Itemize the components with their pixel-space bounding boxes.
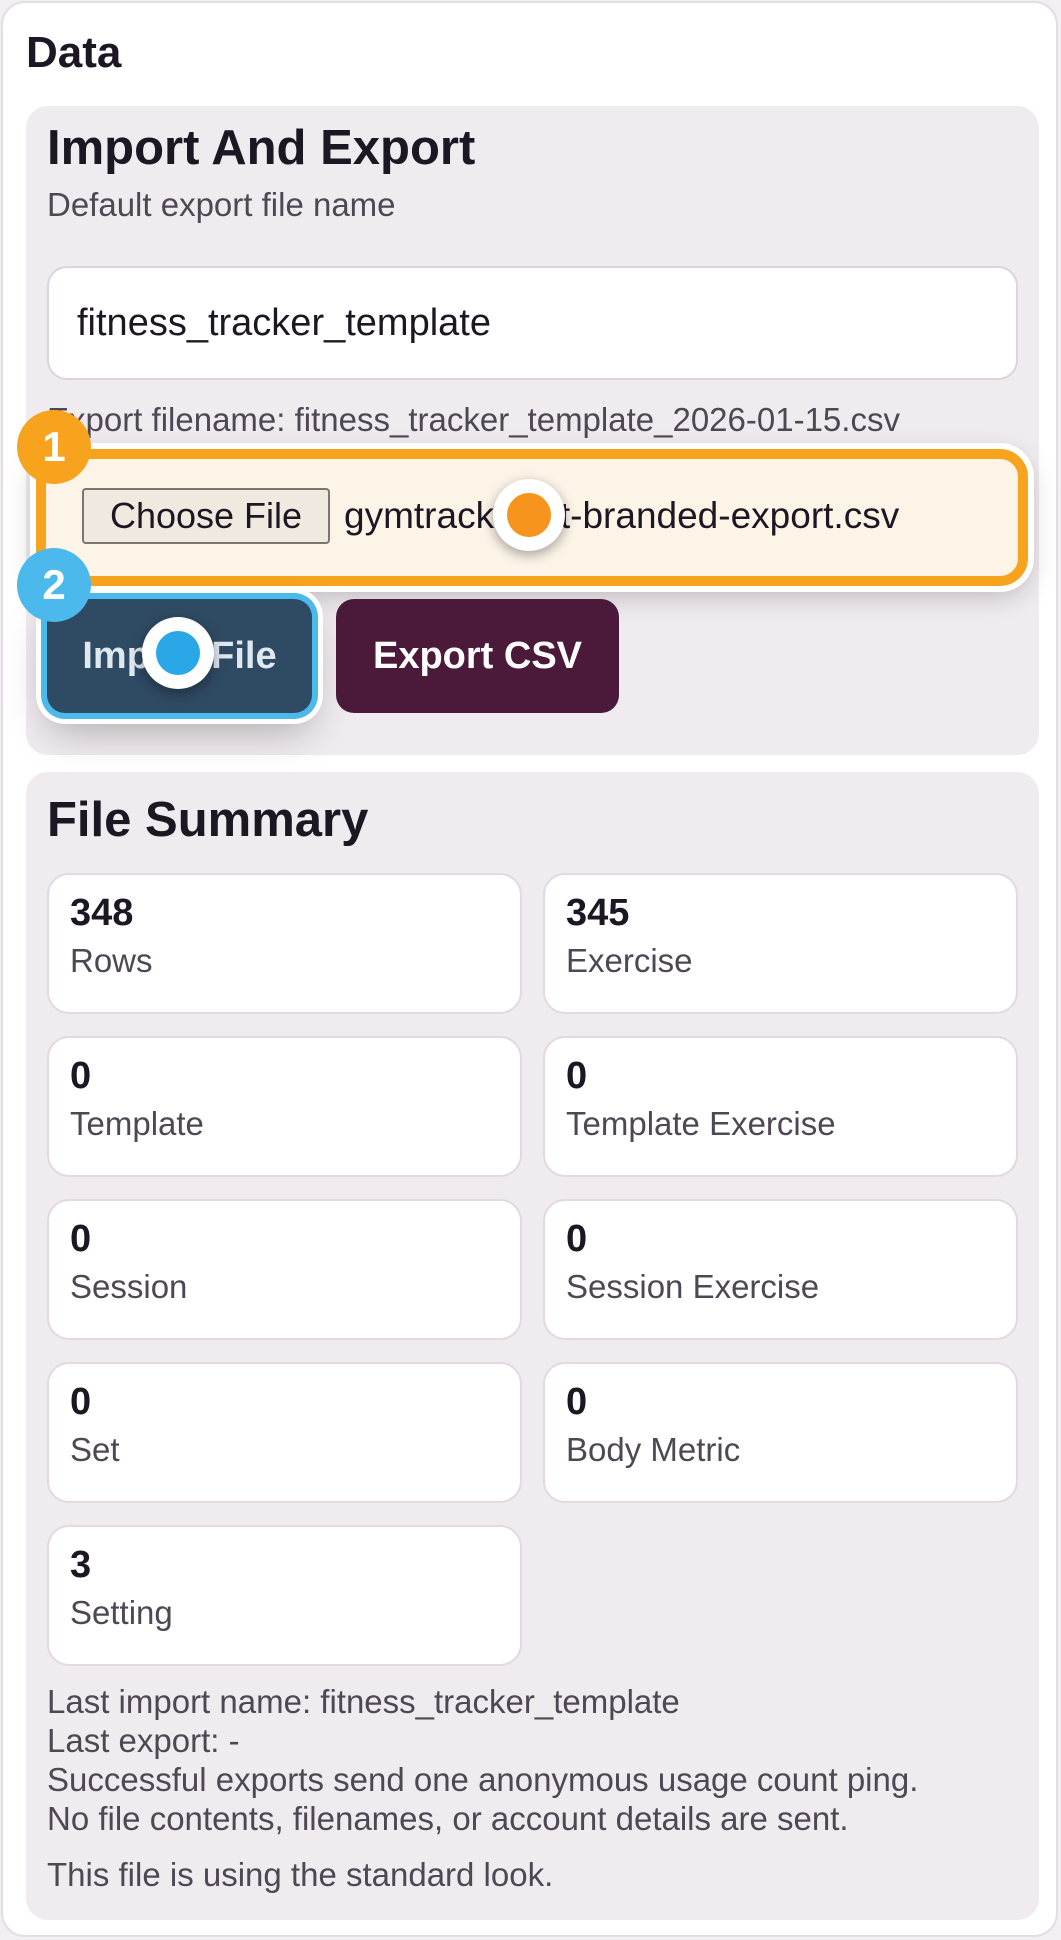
stat-label: Template bbox=[70, 1105, 204, 1142]
stat-value: 0 bbox=[70, 1055, 92, 1097]
marker-1-dot bbox=[507, 493, 551, 537]
usage-ping-note: Successful exports send one anonymous us… bbox=[47, 1761, 919, 1798]
stat-label: Session Exercise bbox=[566, 1268, 820, 1305]
privacy-note: No file contents, filenames, or account … bbox=[47, 1800, 849, 1837]
stat-label: Session bbox=[70, 1268, 188, 1305]
stat-label: Setting bbox=[70, 1594, 173, 1631]
stat-card-session: 0 Session bbox=[47, 1199, 522, 1340]
stat-label: Exercise bbox=[566, 942, 693, 979]
stat-label: Rows bbox=[70, 942, 153, 979]
stat-card-session-exercise: 0 Session Exercise bbox=[543, 1199, 1018, 1340]
stat-value: 0 bbox=[566, 1218, 588, 1260]
marker-2-dot bbox=[156, 631, 200, 675]
stat-card-rows: 348 Rows bbox=[47, 873, 522, 1014]
last-import-note: Last import name: fitness_tracker_templa… bbox=[47, 1683, 680, 1720]
summary-notes: Last import name: fitness_tracker_templa… bbox=[47, 1682, 918, 1838]
selected-file-name: gymtracker-pt-branded-export.csv bbox=[344, 495, 900, 536]
stat-card-template: 0 Template bbox=[47, 1036, 522, 1177]
default-name-label: Default export file name bbox=[47, 186, 396, 223]
export-filename-text: Export filename: fitness_tracker_templat… bbox=[47, 401, 900, 438]
stat-value: 348 bbox=[70, 892, 134, 934]
look-note: This file is using the standard look. bbox=[47, 1856, 554, 1893]
stat-card-template-exercise: 0 Template Exercise bbox=[543, 1036, 1018, 1177]
stat-card-body-metric: 0 Body Metric bbox=[543, 1362, 1018, 1503]
stat-value: 0 bbox=[70, 1381, 92, 1423]
stat-card-set: 0 Set bbox=[47, 1362, 522, 1503]
import-export-heading: Import And Export bbox=[47, 121, 476, 175]
stat-value: 0 bbox=[566, 1381, 588, 1423]
export-csv-button[interactable]: Export CSV bbox=[336, 599, 619, 713]
data-panel: Data Import And Export Default export fi… bbox=[1, 1, 1058, 1937]
stat-value: 345 bbox=[566, 892, 630, 934]
step-badge-1: 1 bbox=[17, 410, 91, 484]
file-summary-card: File Summary 348 Rows 345 Exercise 0 Tem… bbox=[26, 772, 1039, 1920]
last-export-note: Last export: - bbox=[47, 1722, 240, 1759]
stat-label: Body Metric bbox=[566, 1431, 741, 1468]
stat-card-setting: 3 Setting bbox=[47, 1525, 522, 1666]
step-badge-2: 2 bbox=[17, 548, 91, 622]
stat-value: 0 bbox=[566, 1055, 588, 1097]
stat-value: 3 bbox=[70, 1544, 92, 1586]
file-summary-heading: File Summary bbox=[47, 793, 369, 847]
stat-value: 0 bbox=[70, 1218, 92, 1260]
stat-card-exercise: 345 Exercise bbox=[543, 873, 1018, 1014]
stat-label: Template Exercise bbox=[566, 1105, 836, 1142]
page-title: Data bbox=[26, 28, 122, 77]
default-export-name-input[interactable] bbox=[47, 266, 1018, 380]
stat-label: Set bbox=[70, 1431, 120, 1468]
choose-file-button[interactable]: Choose File bbox=[82, 488, 330, 544]
